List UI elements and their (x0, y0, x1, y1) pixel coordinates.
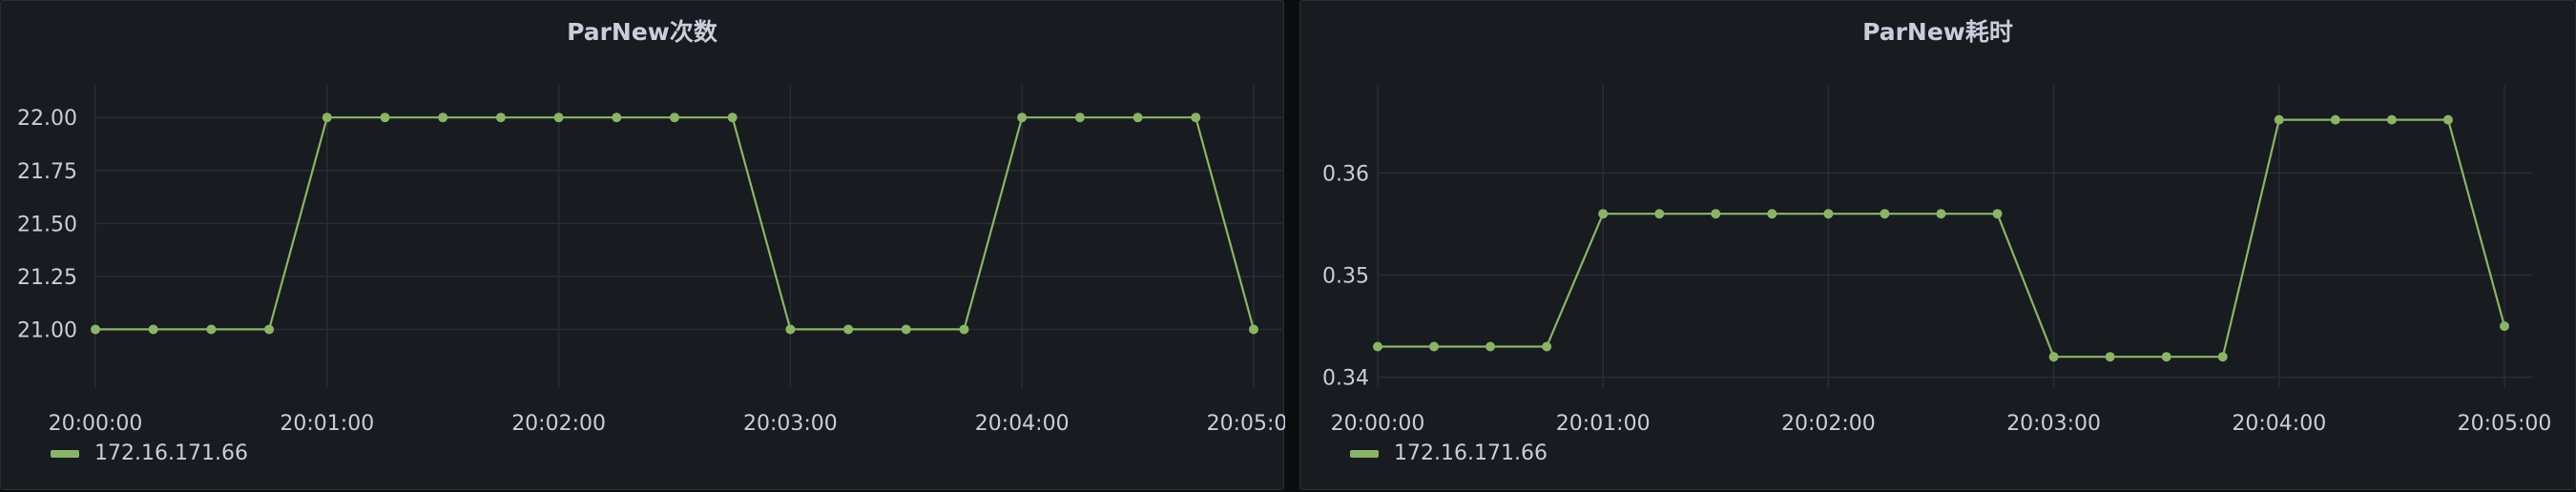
x-tick-label: 20:03:00 (2006, 412, 2101, 436)
y-tick-label: 21.25 (17, 266, 77, 290)
legend-swatch (51, 449, 79, 458)
y-tick-label: 21.50 (17, 213, 77, 236)
data-point (322, 113, 332, 123)
data-point (1992, 209, 2003, 219)
data-point (2442, 114, 2453, 125)
x-tick-label: 20:05:00 (1207, 412, 1285, 436)
x-tick-label: 20:04:00 (975, 412, 1070, 436)
y-tick-label: 22.00 (17, 107, 77, 131)
data-point (1823, 209, 1834, 219)
data-point (2217, 352, 2228, 362)
x-tick-label: 20:01:00 (1556, 412, 1651, 436)
data-point (1373, 341, 1382, 352)
data-point (1598, 209, 1609, 219)
data-point (1485, 341, 1496, 352)
data-point (1191, 113, 1201, 123)
data-point (2105, 352, 2115, 362)
data-point (495, 113, 506, 123)
data-point (901, 324, 911, 335)
y-tick-label: 0.35 (1322, 265, 1369, 289)
data-point (1249, 324, 1258, 335)
y-tick-label: 21.00 (17, 318, 77, 342)
data-point (727, 113, 737, 123)
x-tick-label: 20:02:00 (511, 412, 606, 436)
data-point (91, 324, 100, 335)
panel-parnew-time: ParNew耗时 20:00:00 20:01:00 20:02:00 20:03:0… (1299, 0, 2576, 490)
data-point (1880, 209, 1890, 219)
data-point (1429, 341, 1440, 352)
data-point (1132, 113, 1143, 123)
y-tick-label: 0.36 (1322, 162, 1369, 186)
data-point (959, 324, 969, 335)
data-point (206, 324, 217, 335)
x-tick-label: 20:00:00 (49, 412, 143, 436)
data-point (264, 324, 275, 335)
data-point (148, 324, 158, 335)
data-point (670, 113, 679, 123)
data-point (2161, 352, 2171, 362)
data-point (438, 113, 448, 123)
legend-swatch (1350, 449, 1379, 458)
line-chart: 20:00:00 20:01:00 20:02:00 20:03:00 20:04:00… (17, 85, 1285, 436)
data-point (843, 324, 854, 335)
x-tick-label: 20:02:00 (1781, 412, 1876, 436)
panel-parnew-count: ParNew次数 20:00:00 20:01:00 20:02:00 20:03:0… (0, 0, 1285, 490)
series-line (1378, 118, 2506, 359)
data-point (1767, 209, 1777, 219)
legend-label: 172.16.171.66 (1394, 441, 1548, 465)
y-tick-label: 0.34 (1322, 367, 1369, 391)
x-tick-label: 20:00:00 (1331, 412, 1425, 436)
line-chart: 20:00:00 20:01:00 20:02:00 20:03:00 20:04:00… (1322, 85, 2552, 436)
data-point (1654, 209, 1665, 219)
data-point (2048, 352, 2059, 362)
x-tick-label: 20:01:00 (280, 412, 374, 436)
x-tick-label: 20:04:00 (2232, 412, 2326, 436)
y-tick-label: 21.75 (17, 160, 77, 184)
data-point (1017, 113, 1028, 123)
data-point (553, 113, 564, 123)
data-point (2386, 114, 2397, 125)
x-tick-label: 20:05:00 (2458, 412, 2552, 436)
legend[interactable]: 172.16.171.66 (51, 441, 248, 465)
grid (94, 85, 1282, 388)
grid (1377, 85, 2533, 388)
data-point (2500, 321, 2509, 332)
data-point (785, 324, 796, 335)
data-point (2274, 114, 2284, 125)
data-point (1074, 113, 1085, 123)
data-point (612, 113, 622, 123)
data-point (1711, 209, 1721, 219)
data-point (380, 113, 390, 123)
data-point (1542, 341, 1552, 352)
legend-label: 172.16.171.66 (94, 441, 248, 465)
x-tick-label: 20:03:00 (743, 412, 838, 436)
data-point (1936, 209, 1946, 219)
legend[interactable]: 172.16.171.66 (1350, 441, 1548, 465)
data-point (2330, 114, 2340, 125)
